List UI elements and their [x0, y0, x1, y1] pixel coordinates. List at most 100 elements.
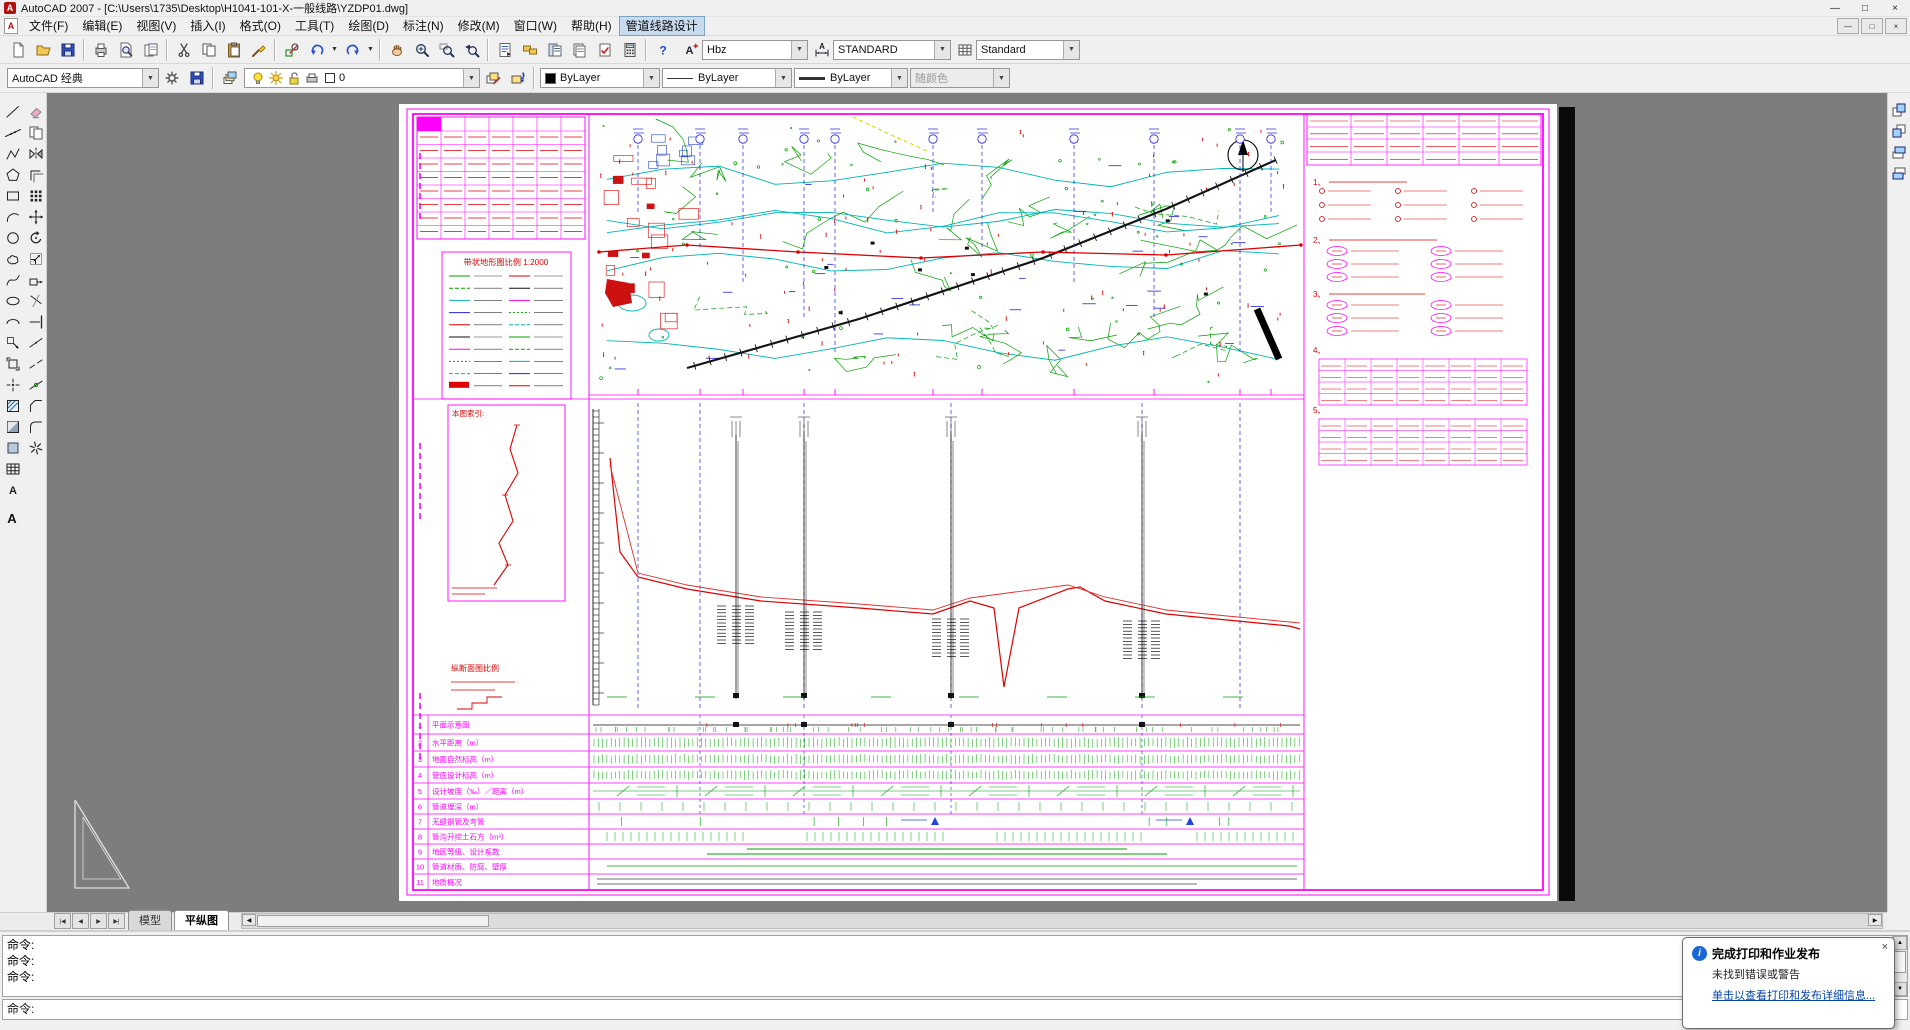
workspace-settings-button[interactable] [159, 66, 184, 91]
flyout-dropdown-button[interactable]: ▼ [329, 38, 340, 61]
command-history[interactable]: 命令:命令:命令: ▲ ▼ [2, 935, 1908, 997]
designcenter-button[interactable] [517, 37, 542, 62]
markup-manager-button[interactable] [592, 37, 617, 62]
cut-button[interactable] [171, 37, 196, 62]
multiline-text-button[interactable]: A [2, 479, 24, 500]
line-button[interactable] [2, 101, 24, 122]
doc-minimize-button[interactable]: — [1837, 18, 1859, 34]
menu-item-7[interactable]: 绘图(D) [341, 16, 396, 36]
redo-button[interactable] [340, 37, 365, 62]
scroll-up-icon[interactable]: ▲ [1893, 936, 1907, 950]
save-workspace-button[interactable] [184, 66, 209, 91]
sheetset-manager-button[interactable] [567, 37, 592, 62]
insert-block-button[interactable] [2, 332, 24, 353]
combo-arrow-icon[interactable]: ▼ [463, 69, 479, 87]
menu-item-9[interactable]: 修改(M) [451, 16, 507, 36]
join-button[interactable] [25, 374, 47, 395]
restore-button[interactable]: □ [1850, 0, 1880, 16]
properties-button[interactable] [492, 37, 517, 62]
copy-object-button[interactable] [25, 122, 47, 143]
break-button[interactable] [25, 353, 47, 374]
menu-item-3[interactable]: 视图(V) [129, 16, 183, 36]
qnew-button[interactable] [5, 37, 30, 62]
lineweight-combo[interactable]: ByLayer ▼ [794, 68, 908, 88]
horizontal-scrollbar[interactable]: ◀ ▶ [241, 913, 1883, 929]
menu-item-12[interactable]: 管道线路设计 [619, 16, 705, 36]
break-at-point-button[interactable] [25, 332, 47, 353]
drawing-canvas[interactable]: 带状地形图比例 1:2000本图索引:纵断面图比例1平面示意图2水平距离（m）3… [47, 93, 1887, 912]
tab-模型[interactable]: 模型 [128, 910, 172, 930]
polygon-button[interactable] [2, 164, 24, 185]
open-button[interactable] [30, 37, 55, 62]
publish-button[interactable] [138, 37, 163, 62]
color-combo[interactable]: ByLayer ▼ [540, 68, 660, 88]
help-button[interactable]: ? [650, 37, 675, 62]
rectangle-button[interactable] [2, 185, 24, 206]
zoom-previous-button[interactable] [459, 37, 484, 62]
dim-style-combo[interactable]: STANDARD ▼ [833, 40, 951, 60]
combo-arrow-icon[interactable]: ▼ [1063, 41, 1079, 59]
combo-arrow-icon[interactable]: ▼ [934, 41, 950, 59]
rotate-button[interactable] [25, 227, 47, 248]
combo-arrow-icon[interactable]: ▼ [891, 69, 907, 87]
doc-close-button[interactable]: × [1885, 18, 1907, 34]
send-to-back-button[interactable] [1888, 120, 1910, 141]
menu-item-2[interactable]: 编辑(E) [75, 16, 129, 36]
mirror-button[interactable] [25, 143, 47, 164]
menu-item-5[interactable]: 格式(O) [233, 16, 288, 36]
scale-button[interactable] [25, 248, 47, 269]
tab-平纵图[interactable]: 平纵图 [174, 910, 229, 930]
pan-button[interactable] [384, 37, 409, 62]
make-block-button[interactable] [2, 353, 24, 374]
combo-arrow-icon[interactable]: ▼ [775, 69, 791, 87]
scroll-left-icon[interactable]: ◀ [242, 914, 256, 926]
quickcalc-button[interactable] [617, 37, 642, 62]
paste-button[interactable] [221, 37, 246, 62]
arc-button[interactable] [2, 206, 24, 227]
scroll-right-icon[interactable]: ▶ [1868, 914, 1882, 926]
circle-button[interactable] [2, 227, 24, 248]
notification-link[interactable]: 单击以查看打印和发布详细信息... [1712, 987, 1885, 1003]
command-scroll-thumb[interactable] [1894, 951, 1906, 973]
last-tab-button[interactable]: ▶| [108, 913, 125, 929]
hatch-button[interactable] [2, 395, 24, 416]
trim-button[interactable] [25, 290, 47, 311]
send-under-objects-button[interactable] [1888, 162, 1910, 183]
array-button[interactable] [25, 185, 47, 206]
zoom-window-button[interactable] [434, 37, 459, 62]
spline-button[interactable] [2, 269, 24, 290]
flyout-dropdown-button[interactable]: ▼ [365, 38, 376, 61]
close-button[interactable]: × [1880, 0, 1910, 16]
move-button[interactable] [25, 206, 47, 227]
fillet-button[interactable] [25, 416, 47, 437]
save-button[interactable] [55, 37, 80, 62]
point-button[interactable] [2, 374, 24, 395]
menu-item-1[interactable]: 文件(F) [22, 16, 75, 36]
drawing-viewport[interactable]: 带状地形图比例 1:2000本图索引:纵断面图比例1平面示意图2水平距离（m）3… [47, 93, 1887, 912]
match-properties-button[interactable] [246, 37, 271, 62]
ellipse-button[interactable] [2, 290, 24, 311]
erase-button[interactable] [25, 101, 47, 122]
zoom-realtime-button[interactable] [409, 37, 434, 62]
menu-item-8[interactable]: 标注(N) [396, 16, 451, 36]
layer-previous-button[interactable] [505, 66, 530, 91]
explode-button[interactable] [25, 437, 47, 458]
combo-arrow-icon[interactable]: ▼ [142, 69, 158, 87]
command-input[interactable]: 命令: [2, 999, 1908, 1020]
chamfer-button[interactable] [25, 395, 47, 416]
workspace-combo[interactable]: AutoCAD 经典 ▼ [7, 68, 159, 88]
menu-item-6[interactable]: 工具(T) [288, 16, 341, 36]
layer-combo[interactable]: 0 ▼ [244, 68, 480, 88]
bring-above-objects-button[interactable] [1888, 141, 1910, 162]
first-tab-button[interactable]: |◀ [54, 913, 71, 929]
table-style-combo[interactable]: Standard ▼ [976, 40, 1080, 60]
stretch-button[interactable] [25, 269, 47, 290]
ellipse-arc-button[interactable] [2, 311, 24, 332]
plot-preview-button[interactable] [113, 37, 138, 62]
menu-item-4[interactable]: 插入(I) [183, 16, 232, 36]
region-button[interactable] [2, 437, 24, 458]
combo-arrow-icon[interactable]: ▼ [643, 69, 659, 87]
revision-cloud-button[interactable] [2, 248, 24, 269]
block-editor-button[interactable] [279, 37, 304, 62]
table-button[interactable] [2, 458, 24, 479]
